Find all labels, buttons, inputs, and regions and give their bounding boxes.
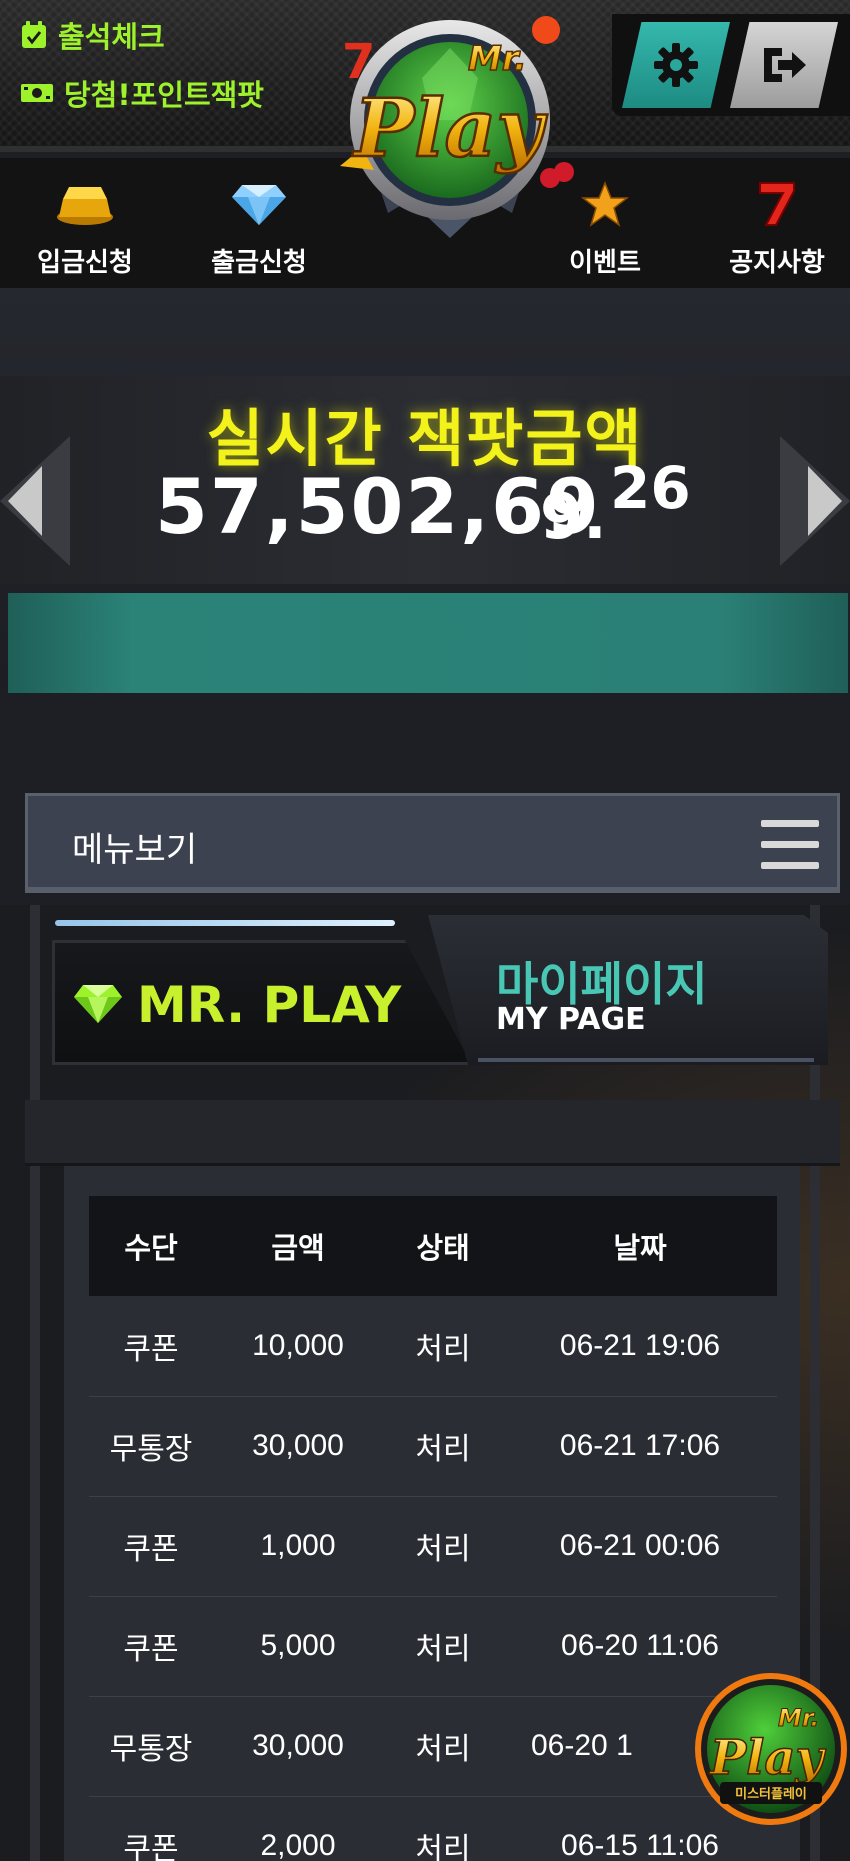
- cell-method: 쿠폰: [123, 1633, 179, 1666]
- logout-button[interactable]: [730, 22, 838, 108]
- gem-icon: [74, 985, 122, 1023]
- cell-method: 무통장: [109, 1733, 193, 1766]
- table-row: 쿠폰 1,000 처리 06-21 00:06: [89, 1496, 777, 1596]
- logo-prefix: Mr.: [468, 39, 527, 79]
- title-underline: [478, 1058, 814, 1062]
- lucky-seven-icon: [759, 182, 795, 226]
- brand-name: MR. PLAY: [137, 976, 402, 1034]
- gold-bar-icon: [57, 187, 113, 225]
- column-header-status: 상태: [416, 1231, 470, 1265]
- settings-button[interactable]: [622, 22, 730, 108]
- cell-status: 처리: [415, 1833, 471, 1861]
- cell-amount: 30,000: [252, 1729, 344, 1762]
- point-jackpot-label: 당첨!포인트잭팟: [64, 78, 264, 112]
- attendance-check-link[interactable]: 출석체크: [20, 14, 165, 56]
- cell-status: 처리: [415, 1332, 471, 1366]
- table-header-row: 수단 금액 상태 날짜: [89, 1196, 777, 1296]
- table-row: 무통장 30,000 처리 06-20 1: [89, 1696, 777, 1796]
- nav-item-notice[interactable]: 공지사항: [692, 178, 850, 279]
- history-table-container: 수단 금액 상태 날짜 쿠폰 10,000 처리 06-21 19:06 무통장…: [64, 1166, 800, 1861]
- header-action-group: [612, 14, 850, 116]
- cell-method: 쿠폰: [123, 1332, 179, 1366]
- badge-wordmark: Play: [708, 1730, 826, 1786]
- point-jackpot-link[interactable]: 당첨!포인트잭팟: [20, 72, 264, 114]
- column-header-date: 날짜: [613, 1231, 667, 1265]
- table-row: 무통장 30,000 처리 06-21 17:06: [89, 1396, 777, 1496]
- jackpot-rolling-digit: 9.: [540, 480, 607, 553]
- star-icon: [581, 181, 629, 227]
- nav-label-notice: 공지사항: [729, 248, 825, 278]
- cell-amount: 2,000: [260, 1829, 336, 1861]
- history-table: 수단 금액 상태 날짜 쿠폰 10,000 처리 06-21 19:06 무통장…: [89, 1196, 777, 1861]
- gear-icon: [654, 43, 698, 87]
- attendance-check-label: 출석체크: [58, 20, 165, 54]
- cell-method: 무통장: [109, 1433, 193, 1466]
- frame-rail-left: [30, 905, 40, 1861]
- table-row: 쿠폰 10,000 처리 06-21 19:06: [89, 1296, 777, 1396]
- table-row: 쿠폰 5,000 처리 06-20 11:06: [89, 1596, 777, 1696]
- cell-date: 06-21 17:06: [559, 1429, 721, 1462]
- panel-ledge: [25, 1100, 840, 1166]
- cell-status: 처리: [415, 1633, 471, 1666]
- calendar-check-icon: [22, 21, 46, 48]
- promo-strip: [8, 593, 848, 693]
- cell-date: 06-21 00:06: [559, 1529, 721, 1562]
- cell-method: 쿠폰: [123, 1533, 179, 1566]
- cell-method: 쿠폰: [123, 1833, 179, 1861]
- jackpot-rolling-next: 26: [610, 460, 691, 522]
- menu-toggle-bar[interactable]: 메뉴보기: [25, 793, 840, 893]
- column-header-method: 수단: [124, 1231, 178, 1265]
- cell-status: 처리: [415, 1433, 471, 1466]
- nav-label-deposit: 입금신청: [37, 248, 133, 278]
- hamburger-icon[interactable]: [761, 820, 819, 870]
- cash-icon: [21, 84, 53, 102]
- decorative-light-bar: [55, 920, 395, 926]
- mr-play-logo[interactable]: 7 Mr. Play: [318, 8, 582, 248]
- diamond-icon: [232, 185, 286, 225]
- cell-status: 처리: [415, 1733, 471, 1766]
- cell-amount: 10,000: [252, 1328, 344, 1362]
- cell-amount: 5,000: [260, 1629, 336, 1662]
- badge-prefix: Mr.: [778, 1704, 819, 1732]
- nav-item-deposit[interactable]: 입금신청: [0, 178, 170, 279]
- page-subtitle: MY PAGE: [496, 1002, 646, 1037]
- column-header-amount: 금액: [271, 1231, 325, 1265]
- menu-label: 메뉴보기: [72, 830, 198, 870]
- badge-caption: 미스터플레이: [735, 1786, 807, 1802]
- logo-wordmark: Play: [352, 81, 548, 175]
- cell-status: 처리: [415, 1533, 471, 1566]
- jackpot-section: 실시간 잭팟금액 57,502,69 9. 26: [0, 288, 850, 693]
- cell-date: 06-21 19:06: [559, 1328, 721, 1362]
- cell-amount: 30,000: [252, 1429, 344, 1462]
- table-row: 쿠폰 2,000 처리 06-15 11:06: [89, 1796, 777, 1861]
- floating-mr-play-badge[interactable]: Mr. Play 미스터플레이: [692, 1670, 850, 1828]
- jackpot-amount: 57,502,69: [155, 462, 601, 551]
- jackpot-counter: 57,502,69 9. 26: [155, 460, 715, 560]
- logout-icon: [764, 48, 806, 82]
- cell-amount: 1,000: [260, 1529, 336, 1562]
